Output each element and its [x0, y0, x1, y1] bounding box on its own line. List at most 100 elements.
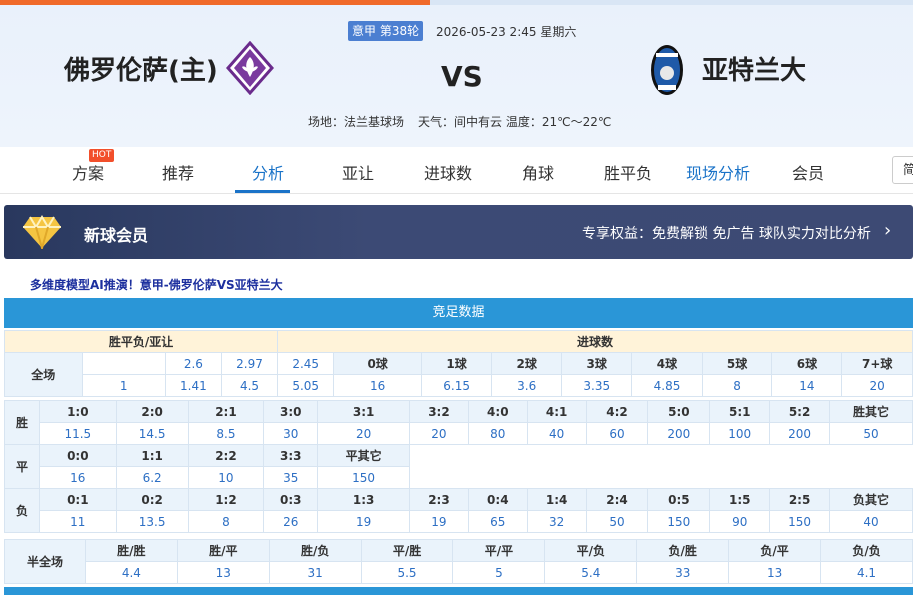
home-team-name[interactable]: 佛罗伦萨(主) [64, 50, 218, 87]
goal-odds[interactable]: 3.6 [491, 374, 563, 397]
goal-odds[interactable]: 6.15 [420, 374, 493, 397]
goal-odds[interactable]: 8 [701, 374, 773, 397]
tab-asian-handicap[interactable]: 亚让 [342, 160, 374, 184]
chevron-right-icon[interactable]: › [884, 220, 891, 241]
wdl-cell[interactable]: 2.6 [164, 352, 222, 375]
score-odds[interactable]: 60 [585, 422, 649, 445]
diamond-icon [23, 215, 61, 249]
score-odds[interactable]: 90 [709, 510, 771, 533]
half-full-odds[interactable]: 5.5 [360, 561, 454, 584]
score-odds[interactable]: 100 [709, 422, 771, 445]
score-odds[interactable]: 8.5 [187, 422, 265, 445]
half-full-label: 负/平 [728, 539, 822, 562]
odds-table: 胜平负/亚让 进球数 全场 2.6 2.97 2.45 0球 1球 2球 3球 … [3, 330, 913, 397]
vip-banner[interactable]: 新球会员 专享权益：免费解锁 免广告 球队实力对比分析 › [4, 205, 913, 259]
goal-label: 0球 [333, 352, 422, 375]
away-team-name[interactable]: 亚特兰大 [702, 50, 806, 87]
half-full-odds[interactable]: 5.4 [544, 561, 638, 584]
tab-analysis[interactable]: 分析 [252, 160, 284, 184]
half-full-odds[interactable]: 13 [176, 561, 270, 584]
score-odds[interactable]: 32 [526, 510, 587, 533]
wdl-cell[interactable]: 2.97 [220, 352, 279, 375]
tab-recommend[interactable]: 推荐 [162, 160, 194, 184]
score-odds[interactable]: 10 [187, 466, 265, 489]
half-full-label: 平/平 [452, 539, 546, 562]
wdl-cell[interactable] [81, 352, 166, 375]
score-label: 2:3 [409, 488, 469, 511]
score-odds[interactable]: 35 [263, 466, 319, 489]
score-odds-table: 胜 1:0 2:0 2:1 3:0 3:1 3:2 4:0 4:1 4:2 5:… [4, 400, 913, 533]
goal-odds[interactable]: 20 [841, 374, 913, 397]
goal-label: 7+球 [841, 352, 913, 375]
score-odds[interactable]: 40 [526, 422, 587, 445]
goal-odds[interactable]: 14 [771, 374, 843, 397]
half-full-odds[interactable]: 4.1 [820, 561, 913, 584]
score-odds[interactable]: 40 [829, 510, 913, 533]
score-odds[interactable]: 50 [829, 422, 913, 445]
score-label: 3:1 [317, 400, 411, 423]
score-label: 1:0 [38, 400, 117, 423]
fiorentina-logo-icon[interactable] [226, 41, 274, 95]
score-label: 3:0 [263, 400, 319, 423]
score-label: 2:0 [115, 400, 189, 423]
half-full-odds[interactable]: 5 [452, 561, 546, 584]
tab-corners[interactable]: 角球 [522, 160, 554, 184]
half-full-odds[interactable]: 4.4 [84, 561, 178, 584]
score-label: 0:0 [38, 444, 117, 467]
wdl-cell[interactable]: 1.41 [164, 374, 222, 397]
score-odds[interactable]: 19 [409, 510, 469, 533]
score-odds[interactable]: 13.5 [115, 510, 189, 533]
half-full-odds[interactable]: 13 [728, 561, 822, 584]
score-label: 2:1 [187, 400, 265, 423]
half-full-label: 负/负 [820, 539, 913, 562]
score-label: 2:5 [769, 488, 831, 511]
vs-label: VS [441, 60, 483, 93]
match-venue-weather: 场地：法兰基球场 天气：间中有云 温度：21℃～22℃ [308, 113, 625, 130]
tab-live-analysis[interactable]: 现场分析 [686, 160, 750, 184]
wdl-cell[interactable]: 1 [81, 374, 166, 397]
wdl-cell[interactable]: 5.05 [277, 374, 335, 397]
goal-label: 1球 [420, 352, 493, 375]
tab-plan[interactable]: 方案 [72, 160, 104, 184]
score-odds[interactable]: 8 [187, 510, 265, 533]
header-wdl: 胜平负/亚让 [3, 330, 279, 353]
score-odds[interactable]: 20 [409, 422, 469, 445]
score-odds[interactable]: 16 [38, 466, 117, 489]
wdl-cell[interactable]: 2.45 [277, 352, 335, 375]
score-odds[interactable]: 11 [38, 510, 117, 533]
weather-text: 天气：间中有云 温度：21℃～22℃ [418, 115, 612, 129]
vip-benefits: 专享权益：免费解锁 免广告 球队实力对比分析 [582, 226, 871, 242]
score-odds[interactable]: 150 [647, 510, 711, 533]
score-label: 0:1 [38, 488, 117, 511]
atalanta-logo-icon[interactable] [650, 43, 684, 97]
half-full-label: 平/负 [544, 539, 638, 562]
score-odds[interactable]: 150 [317, 466, 411, 489]
score-odds[interactable]: 6.2 [115, 466, 189, 489]
score-odds[interactable]: 150 [769, 510, 831, 533]
tab-member[interactable]: 会员 [792, 160, 824, 184]
half-full-odds[interactable]: 33 [636, 561, 730, 584]
tab-goals[interactable]: 进球数 [424, 160, 472, 184]
half-full-odds[interactable]: 31 [268, 561, 362, 584]
score-label: 1:5 [709, 488, 771, 511]
score-odds[interactable]: 50 [585, 510, 649, 533]
score-odds[interactable]: 26 [263, 510, 319, 533]
score-odds[interactable]: 11.5 [38, 422, 117, 445]
score-odds[interactable]: 65 [467, 510, 528, 533]
score-odds[interactable]: 20 [317, 422, 411, 445]
goal-odds[interactable]: 16 [333, 374, 422, 397]
wdl-cell[interactable]: 4.5 [220, 374, 279, 397]
goal-odds[interactable]: 4.85 [631, 374, 703, 397]
match-datetime: 2026-05-23 2:45 星期六 [436, 25, 577, 39]
score-odds[interactable]: 200 [647, 422, 711, 445]
tab-win-draw-loss[interactable]: 胜平负 [604, 160, 652, 184]
score-odds[interactable]: 30 [263, 422, 319, 445]
simplified-toggle-button[interactable]: 简 [892, 156, 913, 184]
goal-odds[interactable]: 3.35 [561, 374, 633, 397]
score-odds[interactable]: 80 [467, 422, 528, 445]
score-label: 4:1 [526, 400, 587, 423]
score-odds[interactable]: 200 [769, 422, 831, 445]
score-odds[interactable]: 14.5 [115, 422, 189, 445]
ai-promo-link[interactable]: 多维度模型AI推演！意甲-佛罗伦萨VS亚特兰大 [30, 276, 283, 293]
score-odds[interactable]: 19 [317, 510, 411, 533]
